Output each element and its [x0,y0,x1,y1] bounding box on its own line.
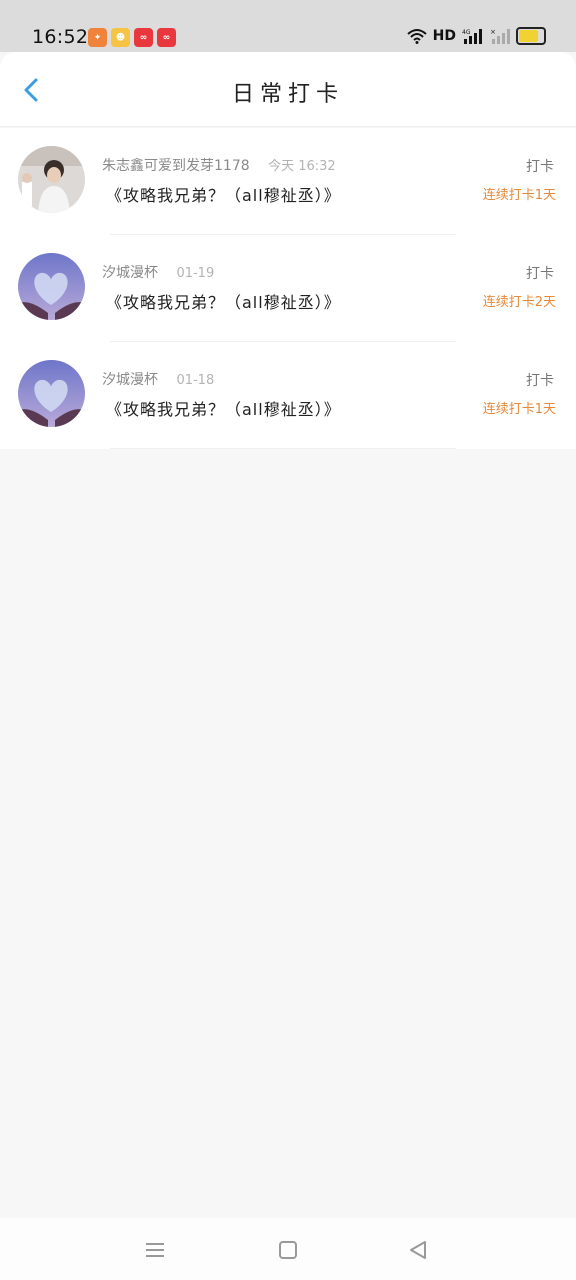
item-type: 打卡 [526,159,554,175]
app-notification-icon-4: ∞ [157,28,176,47]
item-type: 打卡 [526,266,554,282]
avatar[interactable] [18,253,85,320]
item-title[interactable]: 《攻略我兄弟？（all穆祉丞）》 [106,182,341,206]
item-title[interactable]: 《攻略我兄弟？（all穆祉丞）》 [106,289,341,313]
list-item[interactable]: 汐城漫杯 01-18 《攻略我兄弟？（all穆祉丞）》 打卡 连续打卡1天 [0,342,576,449]
wifi-icon [406,29,427,44]
item-username[interactable]: 朱志鑫可爱到发芽1178 [102,158,250,174]
back-triangle-icon[interactable] [406,1238,430,1262]
item-type: 打卡 [526,373,554,389]
battery-icon [516,27,546,45]
item-title[interactable]: 《攻略我兄弟？（all穆祉丞）》 [106,396,341,420]
app-notification-icon-3: ∞ [134,28,153,47]
item-date: 01-18 [176,373,215,388]
network-hd-label: HD [432,28,456,44]
checkin-list: 朱志鑫可爱到发芽1178 今天 16:32 《攻略我兄弟？（all穆祉丞）》 打… [0,128,576,449]
item-meta: 朱志鑫可爱到发芽1178 今天 16:32 [102,155,336,175]
header: 日常打卡 [0,52,576,126]
svg-text:×: × [490,28,496,36]
app-notification-icon-1: ✦ [88,28,107,47]
signal-no-sim-icon: × [490,28,510,44]
item-streak: 连续打卡1天 [482,402,556,417]
page-title: 日常打卡 [231,82,344,107]
home-square-icon[interactable] [276,1238,300,1262]
status-bar: 16:52 ✦ ☻ ∞ ∞ HD 4G × [0,0,576,52]
system-nav-bar [0,1218,576,1280]
status-time: 16:52 [32,26,89,48]
item-meta: 汐城漫杯 01-18 [102,369,214,389]
app-notification-icon-2: ☻ [111,28,130,47]
avatar[interactable] [18,146,85,213]
svg-text:4G: 4G [462,29,471,36]
item-username[interactable]: 汐城漫杯 [102,372,158,388]
item-date: 01-19 [176,266,215,281]
list-item[interactable]: 汐城漫杯 01-19 《攻略我兄弟？（all穆祉丞）》 打卡 连续打卡2天 [0,235,576,342]
item-streak: 连续打卡2天 [482,295,556,310]
avatar[interactable] [18,360,85,427]
list-item[interactable]: 朱志鑫可爱到发芽1178 今天 16:32 《攻略我兄弟？（all穆祉丞）》 打… [0,128,576,235]
menu-icon[interactable] [143,1238,167,1262]
item-streak: 连续打卡1天 [482,188,556,203]
item-meta: 汐城漫杯 01-19 [102,262,214,282]
signal-4g-icon: 4G [462,29,482,44]
item-username[interactable]: 汐城漫杯 [102,265,158,281]
status-indicators: HD 4G × [406,27,546,45]
item-date: 今天 16:32 [268,159,336,174]
divider [110,448,456,449]
notification-icons: ✦ ☻ ∞ ∞ [88,28,176,47]
